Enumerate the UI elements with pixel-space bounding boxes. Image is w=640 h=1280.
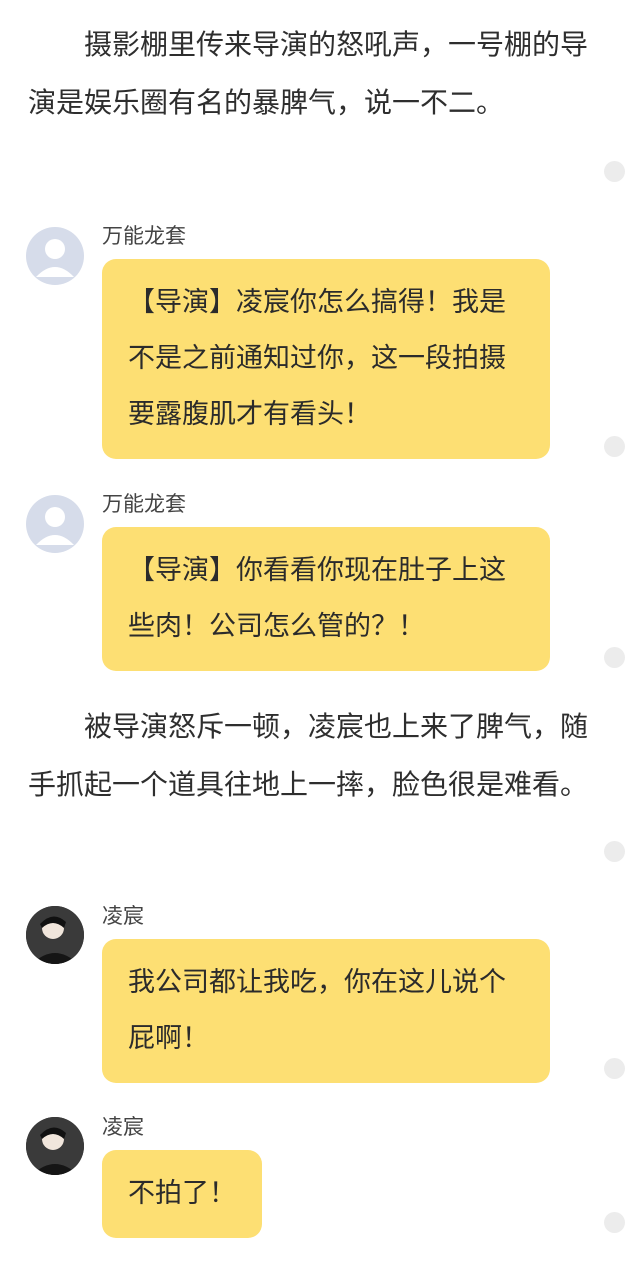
comment-indicator-dot[interactable]: [604, 436, 625, 457]
comment-indicator-dot[interactable]: [604, 1212, 625, 1233]
character-photo-avatar[interactable]: [26, 906, 84, 964]
narration-paragraph: 被导演怒斥一顿，凌宸也上来了脾气，随手抓起一个道具往地上一摔，脸色很是难看。: [28, 710, 589, 801]
message-bubble[interactable]: 不拍了！: [102, 1150, 262, 1238]
message-bubble[interactable]: 【导演】你看看你现在肚子上这些肉！公司怎么管的？！: [102, 527, 550, 671]
default-avatar-icon[interactable]: [26, 227, 84, 285]
comment-indicator-dot[interactable]: [604, 1058, 625, 1079]
message-bubble[interactable]: 【导演】凌宸你怎么搞得！我是不是之前通知过你，这一段拍摄要露腹肌才有看头！: [102, 259, 550, 459]
speaker-name: 凌宸: [102, 1115, 144, 1139]
comment-indicator-dot[interactable]: [604, 647, 625, 668]
speaker-name: 万能龙套: [102, 224, 186, 248]
comment-indicator-dot[interactable]: [604, 161, 625, 182]
narration-paragraph: 摄影棚里传来导演的怒吼声，一号棚的导演是娱乐圈有名的暴脾气，说一不二。: [28, 28, 589, 119]
message-bubble[interactable]: 我公司都让我吃，你在这儿说个屁啊！: [102, 939, 550, 1083]
speaker-name: 万能龙套: [102, 492, 186, 516]
comment-indicator-dot[interactable]: [604, 841, 625, 862]
character-photo-avatar[interactable]: [26, 1117, 84, 1175]
speaker-name: 凌宸: [102, 904, 144, 928]
default-avatar-icon[interactable]: [26, 495, 84, 553]
